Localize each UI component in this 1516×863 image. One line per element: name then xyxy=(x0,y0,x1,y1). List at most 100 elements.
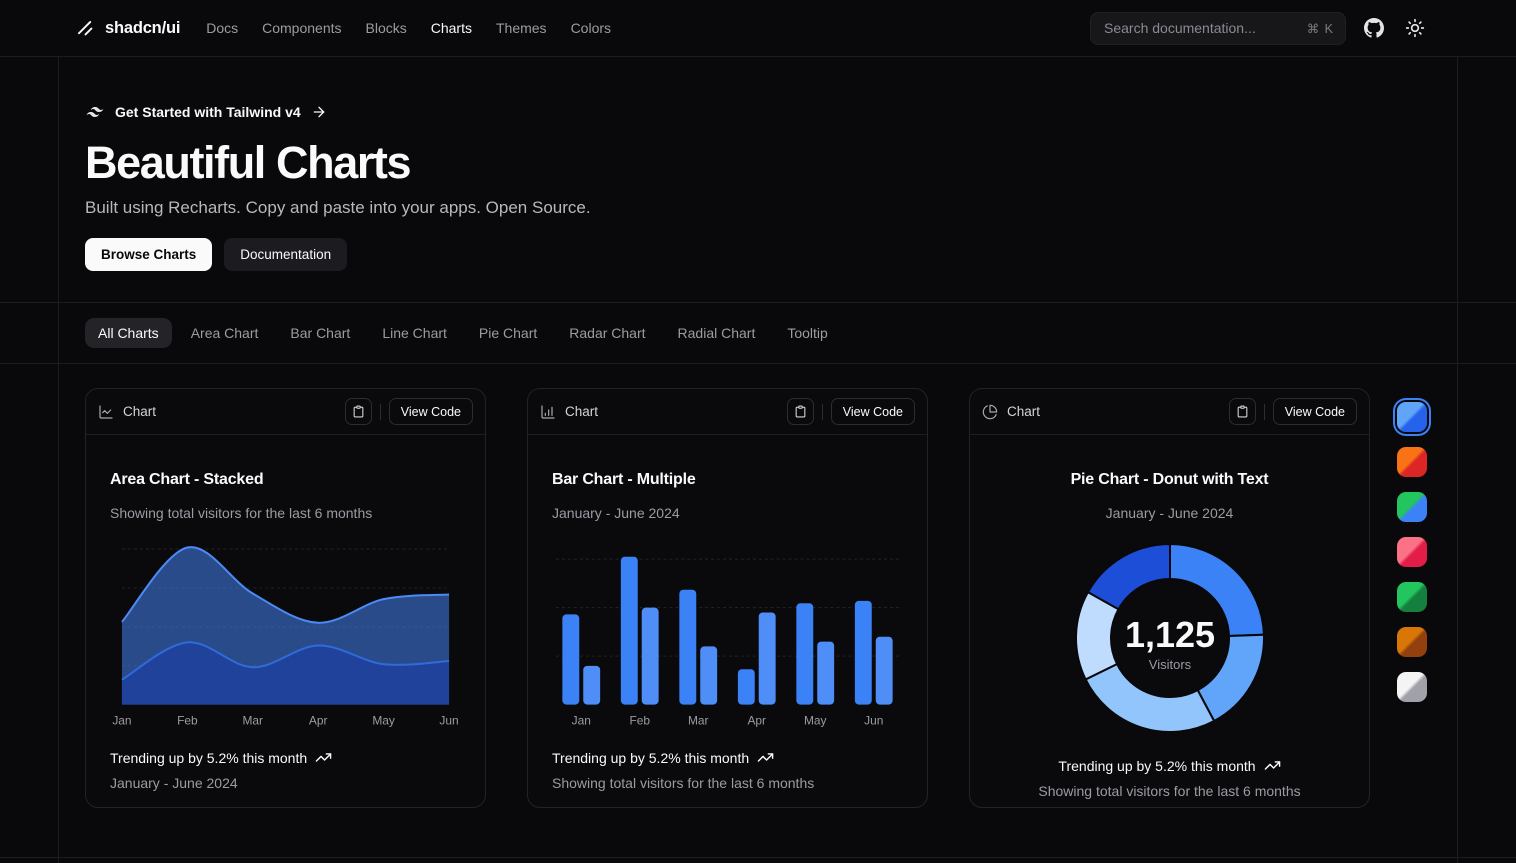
card-toolbar-label: Chart xyxy=(565,404,598,419)
shadcn-logo-icon xyxy=(76,19,95,38)
svg-text:Mar: Mar xyxy=(243,713,264,727)
nav-blocks[interactable]: Blocks xyxy=(366,20,407,36)
site-header: shadcn/ui Docs Components Blocks Charts … xyxy=(0,0,1516,57)
tab-all-charts[interactable]: All Charts xyxy=(85,318,172,348)
chart-description: Showing total visitors for the last 6 mo… xyxy=(110,505,461,521)
brand-link[interactable]: shadcn/ui xyxy=(76,19,180,38)
area-chart-canvas[interactable]: Jan Feb Mar Apr May Jun xyxy=(110,535,461,733)
svg-text:Apr: Apr xyxy=(747,713,766,727)
svg-text:Feb: Feb xyxy=(629,713,650,727)
hero-section: Get Started with Tailwind v4 Beautiful C… xyxy=(59,57,1457,302)
copy-button[interactable] xyxy=(1229,398,1256,425)
announcement-label: Get Started with Tailwind v4 xyxy=(115,104,301,120)
chart-filter-tabs: All Charts Area Chart Bar Chart Line Cha… xyxy=(59,303,1457,363)
svg-text:Jun: Jun xyxy=(864,713,883,727)
clipboard-icon xyxy=(352,405,365,418)
theme-rail xyxy=(1397,402,1427,702)
tab-radar-chart[interactable]: Radar Chart xyxy=(556,318,658,348)
copy-button[interactable] xyxy=(345,398,372,425)
main-nav: Docs Components Blocks Charts Themes Col… xyxy=(206,20,611,36)
toolbar-separator xyxy=(822,404,823,420)
chart-description: January - June 2024 xyxy=(994,505,1345,521)
chart-footer-primary: Trending up by 5.2% this month xyxy=(110,750,307,766)
pie-chart-icon xyxy=(982,404,998,420)
chart-card-donut: Chart View Code Pie Chart - Donut with T… xyxy=(969,388,1370,808)
svg-text:Jan: Jan xyxy=(112,713,131,727)
trending-up-icon xyxy=(1264,757,1281,774)
nav-docs[interactable]: Docs xyxy=(206,20,238,36)
brand-name: shadcn/ui xyxy=(105,19,180,38)
bar-chart-canvas[interactable]: Jan Feb Mar Apr May Jun xyxy=(552,535,903,733)
svg-text:Feb: Feb xyxy=(177,713,198,727)
chart-footer-primary: Trending up by 5.2% this month xyxy=(1058,758,1255,774)
card-toolbar: Chart View Code xyxy=(970,389,1369,435)
clipboard-icon xyxy=(1236,405,1249,418)
charts-grid-section: Chart View Code Area Chart - Stacked Sho… xyxy=(59,364,1457,857)
sun-icon xyxy=(1405,18,1425,38)
donut-chart-canvas[interactable]: 1,125Visitors xyxy=(994,535,1345,741)
tab-line-chart[interactable]: Line Chart xyxy=(369,318,460,348)
chart-footer-secondary: January - June 2024 xyxy=(110,775,461,791)
toolbar-separator xyxy=(1264,404,1265,420)
trending-up-icon xyxy=(757,749,774,766)
chart-description: January - June 2024 xyxy=(552,505,903,521)
chart-card-bar: Chart View Code Bar Chart - Multiple Jan… xyxy=(527,388,928,808)
divider xyxy=(0,857,1516,858)
chart-footer-primary: Trending up by 5.2% this month xyxy=(552,750,749,766)
page-frame: Get Started with Tailwind v4 Beautiful C… xyxy=(58,57,1458,863)
tab-pie-chart[interactable]: Pie Chart xyxy=(466,318,550,348)
clipboard-icon xyxy=(794,405,807,418)
chart-footer-secondary: Showing total visitors for the last 6 mo… xyxy=(994,783,1345,799)
theme-swatch-amber[interactable] xyxy=(1397,627,1427,657)
chart-title: Pie Chart - Donut with Text xyxy=(994,471,1345,489)
theme-swatch-blue[interactable] xyxy=(1397,402,1427,432)
svg-text:Jun: Jun xyxy=(439,713,458,727)
page-subtitle: Built using Recharts. Copy and paste int… xyxy=(85,198,1457,218)
theme-swatch-orange[interactable] xyxy=(1397,447,1427,477)
chart-line-icon xyxy=(98,404,114,420)
svg-text:Visitors: Visitors xyxy=(1148,657,1191,672)
svg-text:Jan: Jan xyxy=(572,713,591,727)
search-placeholder: Search documentation... xyxy=(1104,20,1256,36)
card-toolbar-label: Chart xyxy=(1007,404,1040,419)
tab-tooltip[interactable]: Tooltip xyxy=(774,318,840,348)
tab-bar-chart[interactable]: Bar Chart xyxy=(277,318,363,348)
search-shortcut-kbd: ⌘ K xyxy=(1307,21,1334,36)
search-input[interactable]: Search documentation... ⌘ K xyxy=(1090,12,1346,45)
documentation-button[interactable]: Documentation xyxy=(224,238,347,271)
chart-footer-secondary: Showing total visitors for the last 6 mo… xyxy=(552,775,903,791)
svg-text:May: May xyxy=(804,713,827,727)
view-code-button[interactable]: View Code xyxy=(389,398,473,425)
trending-up-icon xyxy=(315,749,332,766)
view-code-button[interactable]: View Code xyxy=(1273,398,1357,425)
tailwind-icon xyxy=(85,102,105,122)
page-title: Beautiful Charts xyxy=(85,139,1457,187)
svg-text:May: May xyxy=(372,713,395,727)
chart-title: Area Chart - Stacked xyxy=(110,471,461,489)
svg-text:Apr: Apr xyxy=(309,713,328,727)
svg-text:Mar: Mar xyxy=(688,713,709,727)
theme-swatch-mono[interactable] xyxy=(1397,672,1427,702)
nav-colors[interactable]: Colors xyxy=(571,20,611,36)
card-toolbar: Chart View Code xyxy=(528,389,927,435)
github-button[interactable] xyxy=(1361,15,1387,41)
card-toolbar-label: Chart xyxy=(123,404,156,419)
toolbar-separator xyxy=(380,404,381,420)
card-toolbar: Chart View Code xyxy=(86,389,485,435)
tab-area-chart[interactable]: Area Chart xyxy=(178,318,272,348)
theme-toggle-button[interactable] xyxy=(1402,15,1428,41)
nav-themes[interactable]: Themes xyxy=(496,20,547,36)
theme-swatch-green[interactable] xyxy=(1397,582,1427,612)
chart-column-icon xyxy=(540,404,556,420)
announcement-link[interactable]: Get Started with Tailwind v4 xyxy=(85,102,327,122)
nav-charts[interactable]: Charts xyxy=(431,20,472,36)
nav-components[interactable]: Components xyxy=(262,20,341,36)
tab-radial-chart[interactable]: Radial Chart xyxy=(665,318,769,348)
arrow-right-icon xyxy=(311,104,327,120)
copy-button[interactable] xyxy=(787,398,814,425)
theme-swatch-red[interactable] xyxy=(1397,537,1427,567)
github-icon xyxy=(1364,18,1384,38)
view-code-button[interactable]: View Code xyxy=(831,398,915,425)
theme-swatch-multi[interactable] xyxy=(1397,492,1427,522)
browse-charts-button[interactable]: Browse Charts xyxy=(85,238,212,271)
